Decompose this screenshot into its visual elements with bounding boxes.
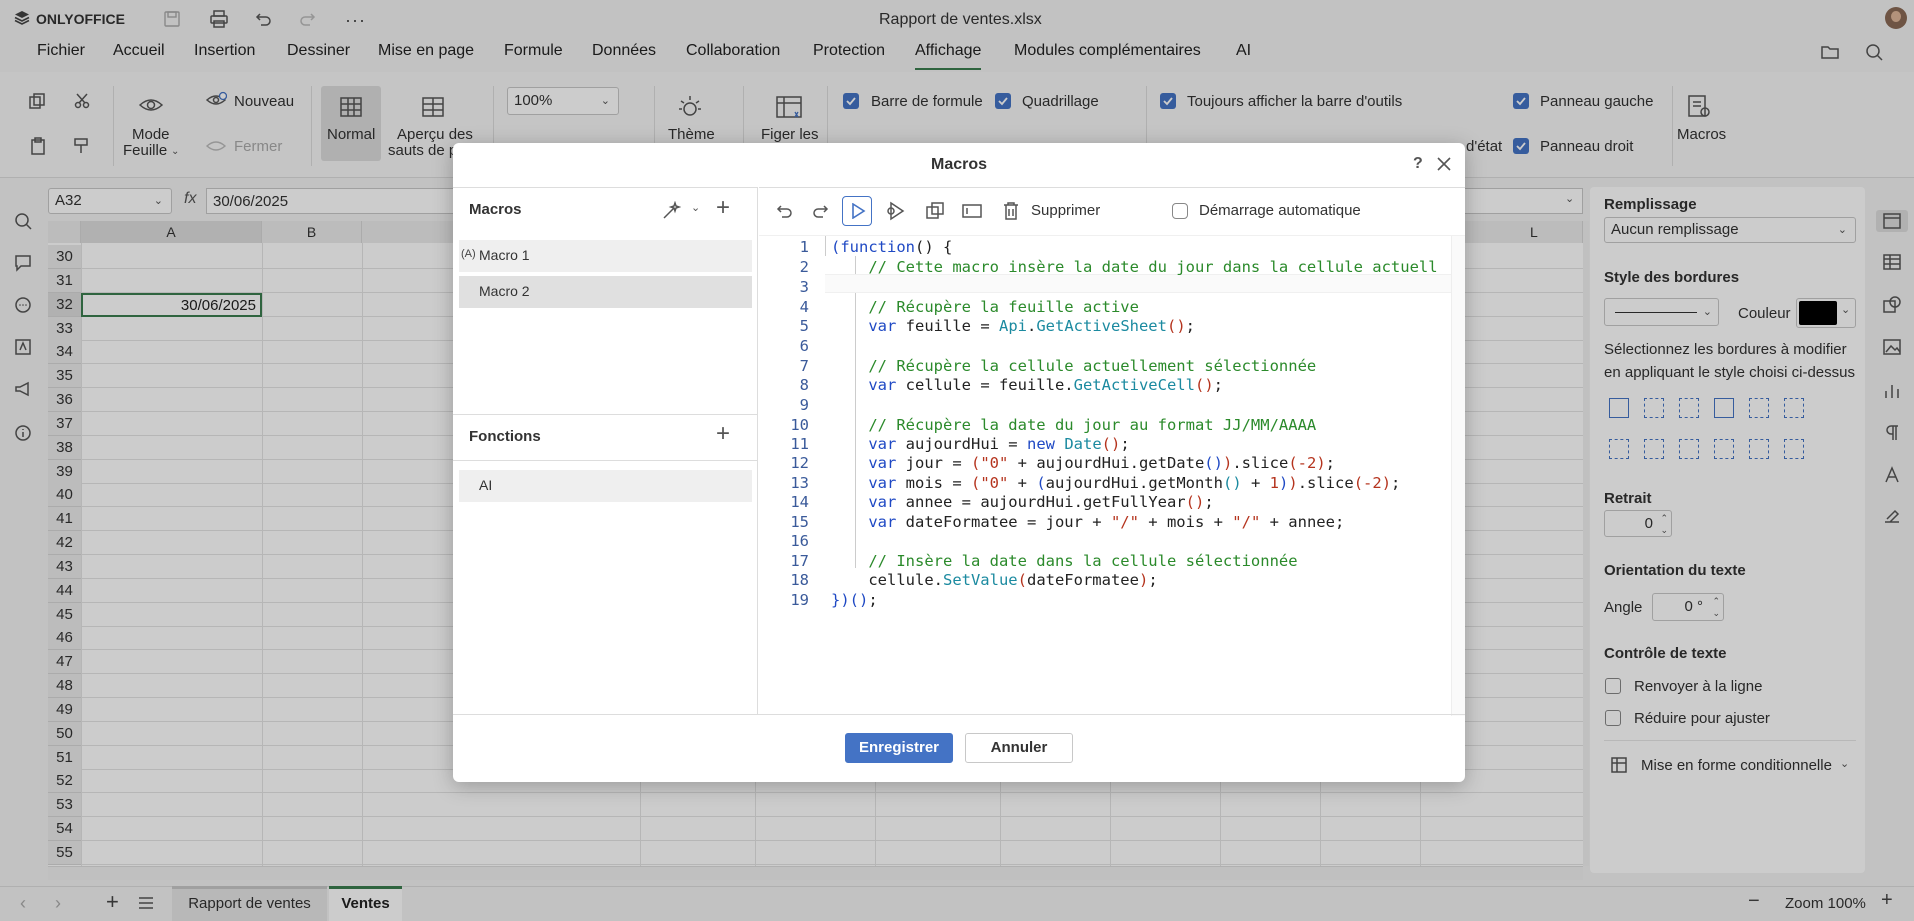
- line-number: 7: [799, 357, 809, 375]
- code-line-5[interactable]: var feuille = Api.GetActiveSheet();: [831, 317, 1195, 335]
- redo-icon[interactable]: [812, 202, 830, 220]
- help-icon[interactable]: ?: [1413, 155, 1423, 173]
- code-line-1[interactable]: (function() {: [831, 238, 952, 256]
- code-scrollbar[interactable]: [1451, 236, 1465, 716]
- line-number: 6: [799, 337, 809, 355]
- code-line-12[interactable]: var jour = ("0" + aujourdHui.getDate()).…: [831, 454, 1335, 472]
- macro-item[interactable]: (A) Macro 1: [459, 240, 752, 272]
- macros-list-pane: Macros ⌄ + (A) Macro 1 Macro 2 Fonctions…: [453, 187, 758, 715]
- line-number: 11: [790, 435, 809, 453]
- undo-icon[interactable]: [775, 202, 793, 220]
- line-number: 15: [790, 513, 809, 531]
- code-line-7[interactable]: // Récupère la cellule actuellement séle…: [831, 357, 1316, 375]
- autostart-badge: (A): [461, 248, 476, 260]
- macro-item-label: Macro 2: [479, 283, 530, 299]
- run-button[interactable]: [842, 196, 872, 226]
- save-button-label: Enregistrer: [858, 739, 940, 756]
- line-number: 19: [790, 591, 809, 609]
- code-line-18[interactable]: cellule.SetValue(dateFormatee);: [831, 571, 1157, 589]
- divider: [453, 460, 758, 461]
- line-number: 5: [799, 317, 809, 335]
- rename-icon[interactable]: [962, 203, 982, 219]
- macros-header: Macros: [469, 201, 522, 218]
- line-number: 16: [790, 532, 809, 550]
- divider: [453, 414, 758, 415]
- line-number: 3: [799, 278, 809, 296]
- code-line-13[interactable]: var mois = ("0" + (aujourdHui.getMonth()…: [831, 474, 1400, 492]
- line-number: 13: [790, 474, 809, 492]
- line-number: 9: [799, 396, 809, 414]
- duplicate-icon[interactable]: [925, 201, 945, 221]
- code-line-8[interactable]: var cellule = feuille.GetActiveCell();: [831, 376, 1223, 394]
- add-function-icon[interactable]: +: [716, 420, 730, 448]
- function-item[interactable]: AI: [459, 470, 752, 502]
- code-editor-pane: Supprimer Démarrage automatique 12345678…: [759, 187, 1465, 716]
- code-line-10[interactable]: // Récupère la date du jour au format JJ…: [831, 416, 1316, 434]
- line-number: 14: [790, 493, 809, 511]
- code-line-2[interactable]: // Cette macro insère la date du jour da…: [831, 258, 1437, 276]
- cancel-button[interactable]: Annuler: [965, 733, 1073, 763]
- chevron-down-icon[interactable]: ⌄: [691, 201, 700, 214]
- line-number: 18: [790, 571, 809, 589]
- divider: [759, 235, 1465, 236]
- functions-header: Fonctions: [469, 428, 541, 445]
- macros-dialog: Macros ? Macros ⌄ + (A) Macro 1 Macro 2 …: [453, 143, 1465, 782]
- autostart-checkbox[interactable]: [1172, 203, 1188, 219]
- function-item-label: AI: [479, 477, 493, 493]
- autostart-label: Démarrage automatique: [1199, 202, 1361, 219]
- close-icon[interactable]: [1437, 157, 1451, 171]
- line-number: 8: [799, 376, 809, 394]
- ai-magic-icon[interactable]: [661, 201, 681, 221]
- code-line-14[interactable]: var annee = aujourdHui.getFullYear();: [831, 493, 1213, 511]
- debug-icon[interactable]: [887, 201, 907, 221]
- line-number: 17: [790, 552, 809, 570]
- code-line-11[interactable]: var aujourdHui = new Date();: [831, 435, 1129, 453]
- code-line-15[interactable]: var dateFormatee = jour + "/" + mois + "…: [831, 513, 1344, 531]
- code-line-4[interactable]: // Récupère la feuille active: [831, 298, 1139, 316]
- line-number: 2: [799, 258, 809, 276]
- trash-icon[interactable]: [1003, 201, 1019, 221]
- dialog-title: Macros: [930, 156, 988, 173]
- save-button[interactable]: Enregistrer: [845, 733, 953, 763]
- line-number: 12: [790, 454, 809, 472]
- indent-guide: [825, 236, 826, 256]
- current-line-highlight: [825, 274, 1465, 293]
- line-number: 1: [799, 238, 809, 256]
- line-number: 10: [790, 416, 809, 434]
- code-line-19[interactable]: })();: [831, 591, 878, 609]
- dialog-footer: Enregistrer Annuler: [453, 714, 1465, 782]
- macro-item-selected[interactable]: Macro 2: [459, 276, 752, 308]
- add-macro-icon[interactable]: +: [716, 194, 730, 222]
- macro-item-label: Macro 1: [479, 247, 530, 263]
- delete-button[interactable]: Supprimer: [1031, 202, 1100, 219]
- cancel-button-label: Annuler: [990, 739, 1048, 756]
- line-number: 4: [799, 298, 809, 316]
- code-line-17[interactable]: // Insère la date dans la cellule sélect…: [831, 552, 1297, 570]
